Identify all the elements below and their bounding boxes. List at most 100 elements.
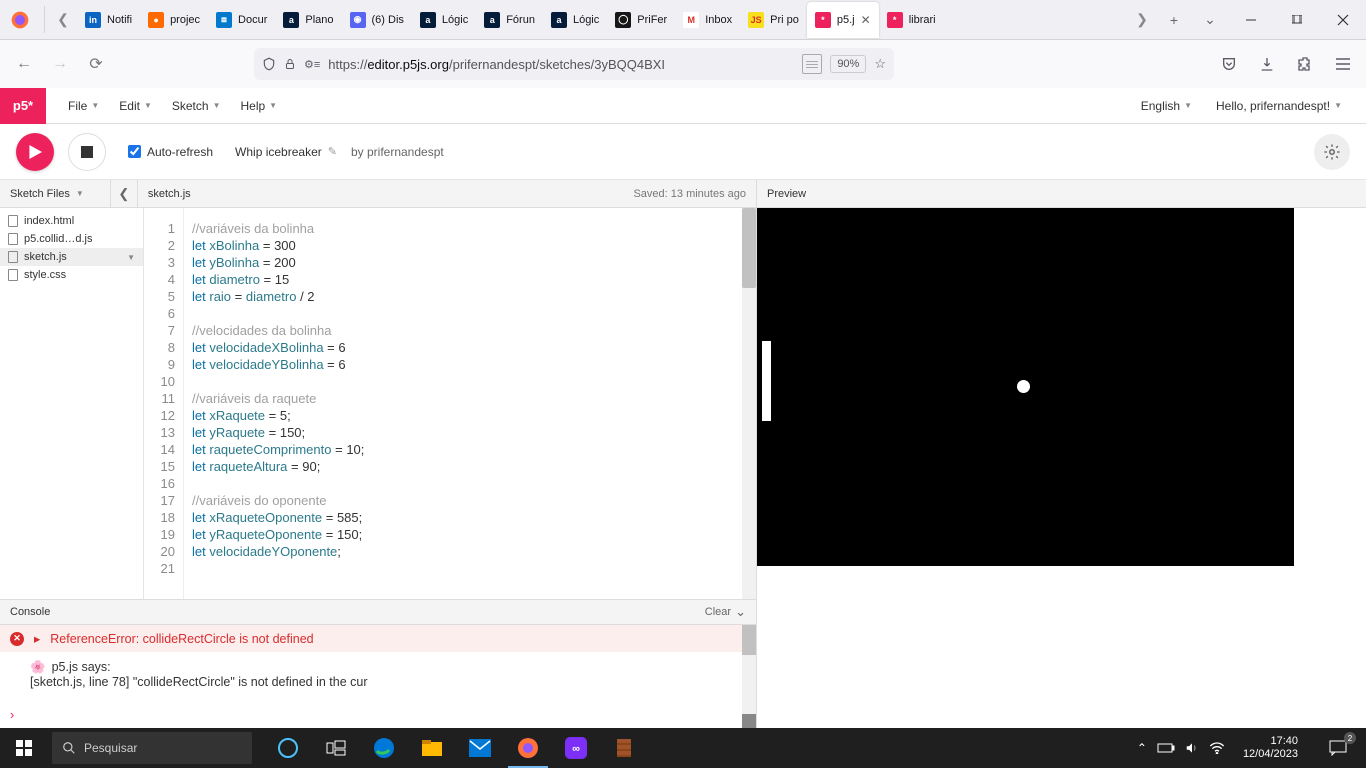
p5-logo[interactable]: p5* xyxy=(0,88,46,124)
pocket-icon[interactable] xyxy=(1212,47,1246,81)
pencil-icon[interactable]: ✎ xyxy=(328,145,337,158)
app-firefox[interactable] xyxy=(504,728,552,768)
app-winrar[interactable] xyxy=(600,728,648,768)
code-content[interactable]: //variáveis da bolinhalet xBolinha = 300… xyxy=(184,208,756,599)
back-button[interactable]: ← xyxy=(6,46,42,82)
tray-wifi-icon[interactable] xyxy=(1209,742,1225,754)
p5-menu-file[interactable]: File▼ xyxy=(60,95,107,117)
scrollbar-thumb[interactable] xyxy=(742,625,756,655)
browser-tab[interactable]: aPlano xyxy=(275,2,341,38)
app-task-view[interactable] xyxy=(312,728,360,768)
app-menu-icon[interactable] xyxy=(1326,47,1360,81)
browser-tab[interactable]: aFórun xyxy=(476,2,543,38)
tabs-scroll-right[interactable]: ❯ xyxy=(1128,0,1156,39)
zoom-badge[interactable]: 90% xyxy=(830,55,866,73)
author-link[interactable]: prifernandespt xyxy=(367,145,444,159)
browser-tab[interactable]: inNotifi xyxy=(77,2,140,38)
downloads-icon[interactable] xyxy=(1250,47,1284,81)
preview-header: Preview xyxy=(757,180,1366,208)
url-box[interactable]: ⚙≡ https://editor.p5js.org/prifernandesp… xyxy=(254,48,894,80)
tab-favicon: a xyxy=(420,12,436,28)
auto-refresh-checkbox[interactable]: Auto-refresh xyxy=(128,145,213,159)
notifications-button[interactable]: 2 xyxy=(1316,728,1360,768)
windows-taskbar: Pesquisar ∞ ⌃ 17:4012/04/2023 2 xyxy=(0,728,1366,768)
tab-close-icon[interactable]: ✕ xyxy=(861,13,871,27)
file-item[interactable]: sketch.js▼ xyxy=(0,248,143,266)
lock-icon xyxy=(284,58,296,70)
browser-tab[interactable]: ◉(6) Dis xyxy=(342,2,412,38)
window-minimize[interactable] xyxy=(1228,0,1274,40)
sketch-name[interactable]: Whip icebreaker✎ xyxy=(235,145,337,159)
browser-tab[interactable]: MInbox xyxy=(675,2,740,38)
code-editor[interactable]: 123456789101112131415161718192021 //vari… xyxy=(144,208,756,599)
error-message: ReferenceError: collideRectCircle is not… xyxy=(50,632,313,646)
browser-tab[interactable]: *p5.j✕ xyxy=(807,2,879,38)
collapse-sidebar[interactable]: ❮ xyxy=(110,180,138,207)
reload-button[interactable]: ⟳ xyxy=(78,46,114,82)
tab-label: Lógic xyxy=(442,14,468,26)
tabs-scroll-left[interactable]: ❮ xyxy=(49,0,77,39)
console-clear[interactable]: Clear ⌄ xyxy=(705,604,746,620)
tray-chevron-up-icon[interactable]: ⌃ xyxy=(1137,741,1147,755)
console-prompt[interactable]: › xyxy=(10,708,14,722)
sketch-files-label[interactable]: Sketch Files▼ xyxy=(0,188,94,200)
window-maximize[interactable] xyxy=(1274,0,1320,40)
window-close[interactable] xyxy=(1320,0,1366,40)
p5-menu-help[interactable]: Help▼ xyxy=(232,95,285,117)
scrollbar-thumb[interactable] xyxy=(742,208,756,288)
paddle xyxy=(762,341,771,421)
app-explorer[interactable] xyxy=(408,728,456,768)
tab-label: librari xyxy=(909,14,936,26)
saved-status: Saved: 13 minutes ago xyxy=(623,188,756,200)
browser-tab[interactable]: a Lógic xyxy=(412,2,476,38)
tray-battery-icon[interactable] xyxy=(1157,743,1175,753)
extensions-icon[interactable] xyxy=(1288,47,1322,81)
error-expand-icon[interactable]: ▸ xyxy=(34,631,40,646)
browser-tab[interactable]: ⧈Docur xyxy=(208,2,275,38)
language-selector[interactable]: English▼ xyxy=(1133,95,1200,117)
file-item[interactable]: p5.collid…d.js xyxy=(0,230,143,248)
tabs-dropdown[interactable]: ⌄ xyxy=(1192,2,1228,38)
tab-favicon: ● xyxy=(148,12,164,28)
stop-button[interactable] xyxy=(68,133,106,171)
file-icon xyxy=(8,233,18,245)
browser-tab[interactable]: ●projec xyxy=(140,2,208,38)
browser-tab[interactable]: ◯PriFer xyxy=(607,2,675,38)
forward-button[interactable]: → xyxy=(42,46,78,82)
play-button[interactable] xyxy=(16,133,54,171)
file-item[interactable]: style.css xyxy=(0,266,143,284)
p5-menu-edit[interactable]: Edit▼ xyxy=(111,95,160,117)
app-cortana[interactable] xyxy=(264,728,312,768)
file-icon xyxy=(8,215,18,227)
bookmark-star-icon[interactable]: ☆ xyxy=(874,56,886,72)
app-purple[interactable]: ∞ xyxy=(552,728,600,768)
tab-favicon: * xyxy=(815,12,831,28)
file-sidebar: index.htmlp5.collid…d.jssketch.js▼style.… xyxy=(0,208,144,599)
editor-scrollbar[interactable] xyxy=(742,208,756,599)
taskbar-search[interactable]: Pesquisar xyxy=(52,732,252,764)
taskbar-clock[interactable]: 17:4012/04/2023 xyxy=(1235,735,1306,761)
user-greeting[interactable]: Hello, prifernandespt!▼ xyxy=(1208,95,1350,117)
start-button[interactable] xyxy=(0,728,48,768)
tab-favicon: M xyxy=(683,12,699,28)
console-message: 🌸p5.js says: [sketch.js, line 78] "colli… xyxy=(0,652,756,689)
console-scrollbar[interactable] xyxy=(742,625,756,728)
browser-titlebar: ❮ inNotifi●projec⧈DocuraPlano◉(6) Dis a Ló… xyxy=(0,0,1366,40)
address-bar: ← → ⟳ ⚙≡ https://editor.p5js.org/prifern… xyxy=(0,40,1366,88)
sketch-canvas[interactable] xyxy=(757,208,1294,566)
tray-volume-icon[interactable] xyxy=(1185,741,1199,755)
browser-tab[interactable]: JSPri po xyxy=(740,2,807,38)
preview-body xyxy=(757,208,1366,728)
reader-mode-icon[interactable] xyxy=(802,54,822,74)
console-error-row[interactable]: ✕ ▸ ReferenceError: collideRectCircle is… xyxy=(0,625,756,652)
p5-menu-sketch[interactable]: Sketch▼ xyxy=(164,95,229,117)
scrollbar-arrow-down[interactable] xyxy=(742,714,756,728)
browser-tab[interactable]: aLógic xyxy=(543,2,607,38)
tab-label: Notifi xyxy=(107,14,132,26)
browser-tab[interactable]: *librari xyxy=(879,2,944,38)
new-tab-button[interactable]: + xyxy=(1156,2,1192,38)
file-item[interactable]: index.html xyxy=(0,212,143,230)
app-mail[interactable] xyxy=(456,728,504,768)
app-edge[interactable] xyxy=(360,728,408,768)
settings-gear-button[interactable] xyxy=(1314,134,1350,170)
